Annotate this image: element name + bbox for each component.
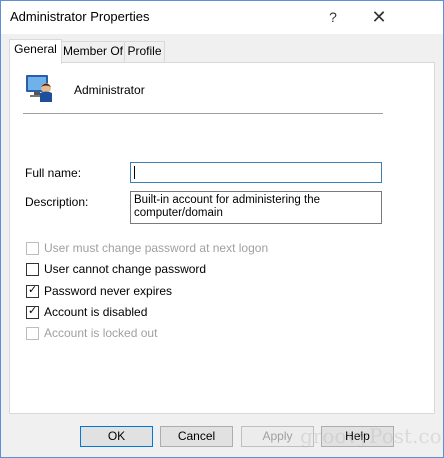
checkbox-account-disabled[interactable]: ✓ <box>26 305 39 319</box>
option-label[interactable]: Password never expires <box>44 284 172 298</box>
tab-member-of[interactable]: Member Of <box>61 41 125 62</box>
description-label: Description: <box>25 195 89 209</box>
window-title: Administrator Properties <box>10 9 150 24</box>
option-label[interactable]: Account is disabled <box>44 305 147 319</box>
option-label: Account is locked out <box>44 326 158 340</box>
watermark: groovyPost.com <box>300 424 444 448</box>
properties-dialog: Administrator Properties ? ✕ General Mem… <box>0 0 444 458</box>
full-name-field[interactable] <box>130 162 382 183</box>
checkbox-cannot-change-password[interactable] <box>26 263 39 276</box>
option-label[interactable]: User cannot change password <box>44 262 206 276</box>
cancel-button[interactable]: Cancel <box>160 426 233 447</box>
user-account-icon <box>26 75 52 102</box>
ok-button[interactable]: OK <box>80 426 153 447</box>
checkbox-account-locked-out <box>26 327 39 340</box>
check-mark-icon: ✓ <box>28 305 38 317</box>
separator <box>23 113 383 114</box>
checkbox-password-never-expires[interactable]: ✓ <box>26 284 39 298</box>
description-field[interactable]: Built-in account for administering the c… <box>130 191 382 224</box>
checkbox-must-change-password <box>26 242 39 255</box>
title-bar[interactable]: Administrator Properties ? ✕ <box>1 1 443 34</box>
text-caret <box>134 166 135 179</box>
general-tab-panel: Administrator Full name: Description: Bu… <box>9 62 435 414</box>
tab-profile[interactable]: Profile <box>124 41 165 62</box>
description-value: Built-in account for administering the c… <box>134 194 321 219</box>
tab-general[interactable]: General <box>9 39 62 64</box>
dialog-client-area: General Member Of Profile Administrator … <box>1 34 443 457</box>
user-name: Administrator <box>74 83 145 97</box>
close-button[interactable]: ✕ <box>361 1 397 34</box>
option-label: User must change password at next logon <box>44 241 269 255</box>
help-title-button[interactable]: ? <box>318 1 348 34</box>
check-mark-icon: ✓ <box>28 284 38 296</box>
full-name-label: Full name: <box>25 166 82 180</box>
